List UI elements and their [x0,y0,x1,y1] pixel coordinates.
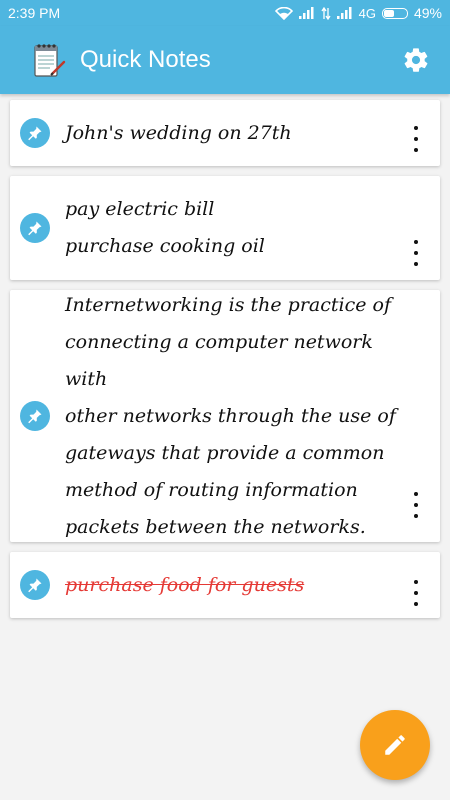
note-card[interactable]: Internetworking is the practice of conne… [10,290,440,542]
new-note-button[interactable] [360,710,430,780]
network-type: 4G [358,5,376,21]
pin-icon[interactable] [20,401,50,431]
note-text: Internetworking is the practice of conne… [65,293,396,538]
app-bar: Quick Notes [0,26,450,94]
data-arrows-icon [321,6,331,20]
battery-icon [381,7,408,19]
note-text-completed: purchase food for guests [65,573,305,596]
signal-icon [298,7,314,19]
battery-percent: 49% [413,5,442,21]
status-icons: 4G 49% [274,5,442,21]
note-card[interactable]: purchase food for guests [10,552,440,618]
app-title: Quick Notes [80,46,211,73]
pin-icon[interactable] [20,213,50,243]
note-card[interactable]: pay electric bill purchase cooking oil [10,176,440,280]
note-text: pay electric bill purchase cooking oil [65,198,265,257]
more-vert-icon[interactable] [408,126,424,152]
pencil-icon [385,735,405,755]
more-vert-icon[interactable] [408,580,424,606]
more-vert-icon[interactable] [408,240,424,266]
status-time: 2:39 PM [8,5,61,21]
pin-icon[interactable] [20,118,50,148]
notes-list: John's wedding on 27th pay electric bill… [10,100,440,628]
gear-icon [404,48,428,72]
notepad-icon [34,44,66,77]
wifi-icon [274,6,293,20]
status-bar: 2:39 PM 4G 49% [0,0,450,26]
signal-icon-2 [336,7,352,19]
more-vert-icon[interactable] [408,492,424,518]
pin-icon[interactable] [20,570,50,600]
settings-button[interactable] [396,40,436,80]
note-card[interactable]: John's wedding on 27th [10,100,440,166]
note-text: John's wedding on 27th [65,121,292,144]
